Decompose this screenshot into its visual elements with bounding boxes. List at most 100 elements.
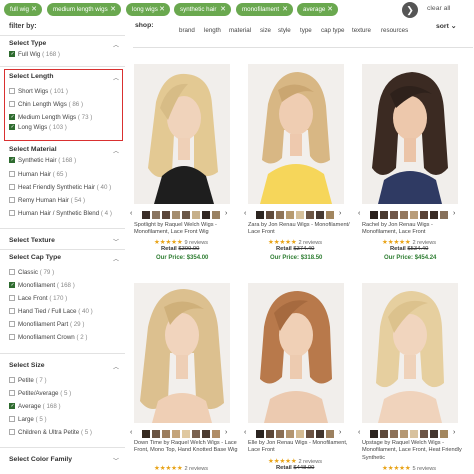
color-swatch[interactable] (306, 430, 314, 438)
option-full-wig[interactable]: Full Wig ( 168 ) (9, 50, 60, 59)
product-image[interactable] (134, 283, 230, 423)
color-swatch[interactable] (192, 430, 200, 438)
checkbox-checked[interactable] (9, 156, 15, 165)
checkbox-checked[interactable] (9, 402, 15, 411)
option-monofilament-crown[interactable]: Monofilament Crown ( 2 ) (9, 333, 88, 342)
section-title-material[interactable]: Select Material (9, 146, 57, 153)
checkbox[interactable] (9, 377, 15, 383)
filter-chip-synthetic-hair[interactable]: synthetic hair ✕ (174, 3, 231, 16)
tab-resources[interactable]: resources (381, 27, 408, 34)
option-heat-friendly-synthetic[interactable]: Heat Friendly Synthetic Hair ( 40 ) (9, 183, 111, 192)
option-chin-length-wigs[interactable]: Chin Length Wigs ( 86 ) (9, 100, 83, 109)
checkbox[interactable] (9, 88, 15, 94)
checkbox[interactable] (9, 321, 15, 327)
color-swatch[interactable] (276, 211, 284, 219)
checkbox-checked[interactable] (9, 113, 15, 122)
color-swatch[interactable] (172, 211, 180, 219)
color-swatch[interactable] (430, 211, 438, 219)
chevron-up-icon[interactable]: ︿ (113, 40, 119, 49)
chevron-down-icon[interactable]: ﹀ (113, 237, 119, 246)
chevron-right-icon[interactable]: › (339, 429, 341, 436)
tab-cap-type[interactable]: cap type (321, 27, 344, 34)
option-medium-length-wigs[interactable]: Medium Length Wigs ( 73 ) (9, 113, 92, 122)
chevron-right-icon[interactable]: › (453, 429, 455, 436)
filter-chip-long-wigs[interactable]: long wigs ✕ (126, 3, 170, 16)
product-image[interactable] (362, 64, 458, 204)
checkbox[interactable] (9, 101, 15, 107)
product-image[interactable] (248, 283, 344, 423)
checkbox[interactable] (9, 416, 15, 422)
chevron-left-icon[interactable]: ‹ (358, 429, 360, 436)
color-swatch[interactable] (390, 430, 398, 438)
color-swatch[interactable] (370, 211, 378, 219)
tab-brand[interactable]: brand (179, 27, 195, 34)
chevron-right-icon[interactable]: ❯ (402, 2, 418, 18)
color-swatch[interactable] (202, 211, 210, 219)
close-icon[interactable]: ✕ (327, 3, 333, 16)
section-title-cap-type[interactable]: Select Cap Type (9, 254, 61, 261)
checkbox[interactable] (9, 184, 15, 190)
checkbox[interactable] (9, 197, 15, 203)
review-count[interactable]: 2 reviews (184, 466, 208, 472)
filter-chip-monofilament[interactable]: monofilament ✕ (236, 3, 293, 16)
chevron-right-icon[interactable]: › (453, 210, 455, 217)
product-name[interactable]: Spotlight by Raquel Welch Wigs - Monofil… (134, 222, 238, 237)
close-icon[interactable]: ✕ (110, 3, 116, 16)
option-hand-tied[interactable]: Hand Tied / Full Lace ( 40 ) (9, 307, 93, 316)
product-name[interactable]: Upstage by Raquel Welch Wigs - Monofilam… (362, 440, 466, 462)
section-title-texture[interactable]: Select Texture (9, 237, 55, 244)
chevron-right-icon[interactable]: › (225, 429, 227, 436)
chevron-right-icon[interactable]: › (339, 210, 341, 217)
color-swatch[interactable] (142, 211, 150, 219)
chevron-right-icon[interactable]: › (225, 210, 227, 217)
color-swatch[interactable] (182, 211, 190, 219)
color-swatch[interactable] (410, 430, 418, 438)
checkbox[interactable] (9, 210, 15, 216)
product-image[interactable] (134, 64, 230, 204)
checkbox[interactable] (9, 269, 15, 275)
option-short-wigs[interactable]: Short Wigs ( 101 ) (9, 87, 68, 96)
option-children-ultra-petite[interactable]: Children & Ultra Petite ( 5 ) (9, 428, 92, 437)
product-name[interactable]: Rachel by Jon Renau Wigs - Monofilament,… (362, 222, 466, 237)
option-monofilament[interactable]: Monofilament ( 168 ) (9, 281, 75, 290)
checkbox[interactable] (9, 429, 15, 435)
color-swatch[interactable] (380, 211, 388, 219)
sort-dropdown[interactable]: sort ⌄ (436, 22, 456, 30)
color-swatch[interactable] (380, 430, 388, 438)
product-image[interactable] (362, 283, 458, 423)
color-swatch[interactable] (430, 430, 438, 438)
color-swatch[interactable] (440, 430, 448, 438)
chevron-left-icon[interactable]: ‹ (244, 210, 246, 217)
checkbox[interactable] (9, 308, 15, 314)
tab-size[interactable]: size (260, 27, 271, 34)
color-swatch[interactable] (410, 211, 418, 219)
color-swatch[interactable] (266, 211, 274, 219)
color-swatch[interactable] (286, 430, 294, 438)
section-title-color-family[interactable]: Select Color Family (9, 456, 72, 463)
tab-style[interactable]: style (278, 27, 291, 34)
section-title-size[interactable]: Select Size (9, 362, 45, 369)
color-swatch[interactable] (400, 211, 408, 219)
option-monofilament-part[interactable]: Monofilament Part ( 29 ) (9, 320, 84, 329)
checkbox[interactable] (9, 334, 15, 340)
color-swatch[interactable] (400, 430, 408, 438)
color-swatch[interactable] (316, 430, 324, 438)
option-long-wigs[interactable]: Long Wigs ( 103 ) (9, 123, 67, 132)
close-icon[interactable]: ✕ (31, 3, 37, 16)
color-swatch[interactable] (306, 211, 314, 219)
tab-length[interactable]: length (204, 27, 221, 34)
color-swatch[interactable] (162, 430, 170, 438)
color-swatch[interactable] (326, 430, 334, 438)
color-swatch[interactable] (266, 430, 274, 438)
color-swatch[interactable] (202, 430, 210, 438)
product-name[interactable]: Down Time by Raquel Welch Wigs - Lace Fr… (134, 440, 238, 455)
color-swatch[interactable] (212, 430, 220, 438)
chevron-up-icon[interactable]: ︿ (113, 362, 119, 371)
chevron-left-icon[interactable]: ‹ (130, 210, 132, 217)
filter-chip-average[interactable]: average ✕ (297, 3, 338, 16)
color-swatch[interactable] (326, 211, 334, 219)
chevron-up-icon[interactable]: ︿ (113, 254, 119, 263)
product-name[interactable]: Elle by Jon Renau Wigs - Monofilament, L… (248, 440, 352, 455)
color-swatch[interactable] (370, 430, 378, 438)
product-name[interactable]: Zara by Jon Renau Wigs - Monofilament/ L… (248, 222, 352, 237)
